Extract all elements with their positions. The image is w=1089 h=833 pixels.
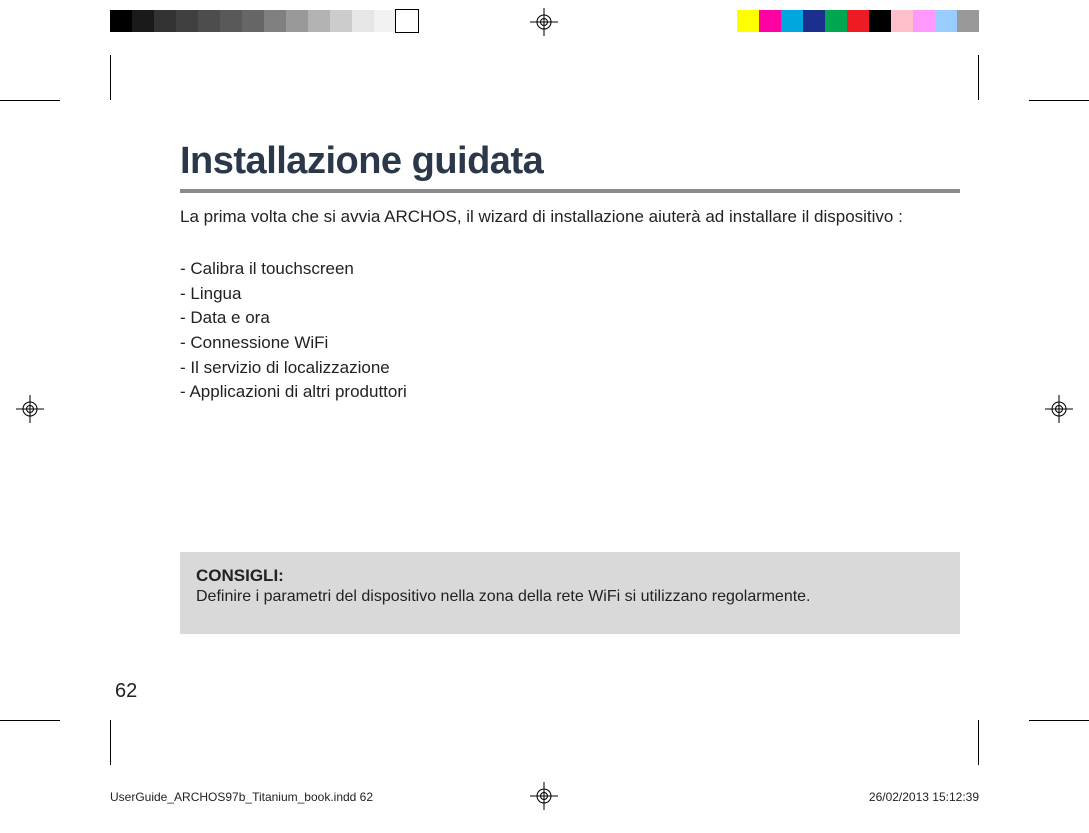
setup-steps-list: Calibra il touchscreen Lingua Data e ora… [180, 257, 960, 405]
tips-text: Definire i parametri del dispositivo nel… [196, 588, 944, 606]
printer-colorbar-right [737, 10, 979, 32]
crop-mark [1029, 100, 1089, 101]
footer-filename: UserGuide_ARCHOS97b_Titanium_book.indd 6… [110, 790, 373, 804]
title-underline [180, 189, 960, 193]
crop-mark [978, 55, 979, 100]
crop-mark [110, 55, 111, 100]
registration-mark-icon [16, 395, 44, 423]
list-item: Calibra il touchscreen [180, 257, 960, 282]
page-title: Installazione guidata [180, 140, 960, 183]
list-item: Data e ora [180, 306, 960, 331]
list-item: Il servizio di localizzazione [180, 356, 960, 381]
intro-text: La prima volta che si avvia ARCHOS, il w… [180, 207, 960, 227]
crop-mark [0, 100, 60, 101]
list-item: Connessione WiFi [180, 331, 960, 356]
print-footer: UserGuide_ARCHOS97b_Titanium_book.indd 6… [110, 790, 979, 804]
crop-mark [978, 720, 979, 765]
list-item: Lingua [180, 282, 960, 307]
tips-label: CONSIGLI: [196, 566, 944, 586]
page-number: 62 [115, 680, 137, 703]
printer-colorbar-left [110, 10, 418, 32]
footer-timestamp: 26/02/2013 15:12:39 [869, 790, 979, 804]
crop-mark [110, 720, 111, 765]
list-item: Applicazioni di altri produttori [180, 380, 960, 405]
tips-box: CONSIGLI: Definire i parametri del dispo… [180, 552, 960, 634]
crop-mark [0, 720, 60, 721]
crop-mark [1029, 720, 1089, 721]
page-content: Installazione guidata La prima volta che… [180, 140, 960, 405]
registration-mark-icon [1045, 395, 1073, 423]
registration-mark-icon [530, 8, 558, 36]
